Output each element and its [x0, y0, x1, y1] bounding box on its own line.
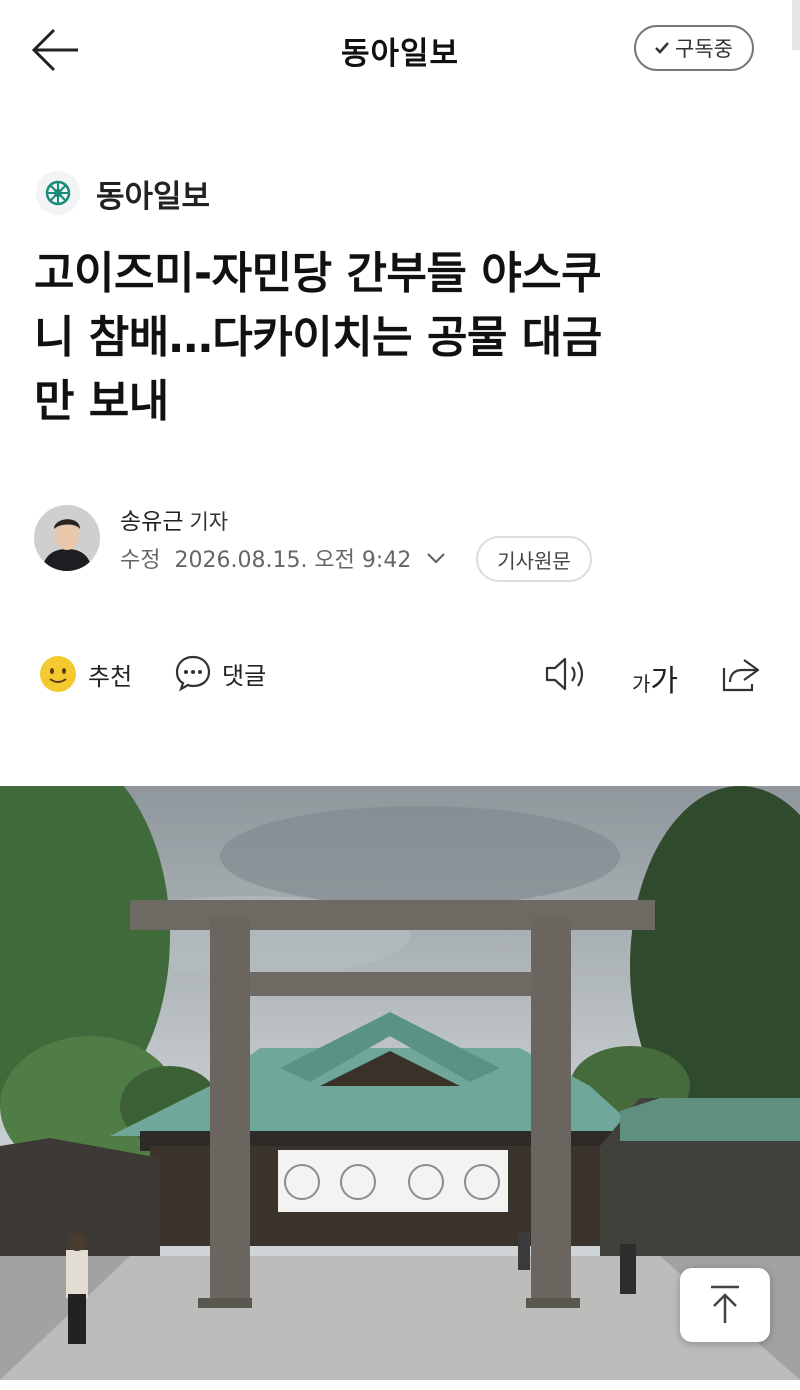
chevron-down-icon[interactable]: [425, 547, 447, 569]
action-bar: 추천 댓글 가가: [0, 650, 800, 700]
author-name: 송유근: [120, 509, 184, 535]
arrow-up-icon: [711, 1285, 739, 1323]
author-avatar[interactable]: [34, 505, 100, 571]
speaker-icon: [545, 657, 584, 691]
author-byline[interactable]: 송유근 기자: [120, 502, 228, 536]
headline-line-2: 니 참배…다카이치는 공물 대금: [34, 312, 602, 363]
recommend-button[interactable]: 추천: [38, 654, 132, 694]
share-icon: [722, 659, 760, 692]
press-logo-icon: [45, 180, 71, 206]
meta-date: 2026.08.15. 오전 9:42: [174, 548, 412, 573]
article-meta: 수정 2026.08.15. 오전 9:42: [120, 542, 447, 574]
listen-button[interactable]: [544, 656, 588, 692]
comment-label: 댓글: [222, 661, 267, 690]
top-bar: 동아일보 구독중: [0, 0, 800, 100]
headline-line-1: 고이즈미-자민당 간부들 야스쿠: [34, 248, 602, 299]
font-size-small-label: 가: [632, 672, 651, 696]
scroll-to-top-button[interactable]: [680, 1268, 770, 1342]
scrollbar[interactable]: [792, 0, 800, 50]
check-icon: [655, 42, 669, 54]
smile-emoji-icon: [40, 656, 76, 692]
meta-status: 수정: [120, 548, 161, 573]
comment-button[interactable]: 댓글: [174, 654, 266, 692]
font-size-button[interactable]: 가가: [632, 656, 678, 700]
share-button[interactable]: [720, 654, 762, 694]
font-size-large-label: 가: [650, 664, 679, 699]
original-article-button[interactable]: 기사원문: [476, 536, 592, 582]
press-name: 동아일보: [96, 178, 211, 215]
article-headline: 고이즈미-자민당 간부들 야스쿠 니 참배…다카이치는 공물 대금 만 보내: [34, 242, 774, 434]
press-logo: [36, 171, 80, 215]
subscribe-button[interactable]: 구독중: [634, 25, 754, 71]
headline-line-3: 만 보내: [34, 376, 169, 427]
subscribe-label: 구독중: [675, 37, 733, 61]
author-photo: [34, 505, 100, 571]
recommend-label: 추천: [88, 662, 133, 691]
comment-icon: [175, 655, 211, 692]
press-info[interactable]: 동아일보: [36, 170, 210, 216]
author-role: 기자: [189, 510, 229, 534]
